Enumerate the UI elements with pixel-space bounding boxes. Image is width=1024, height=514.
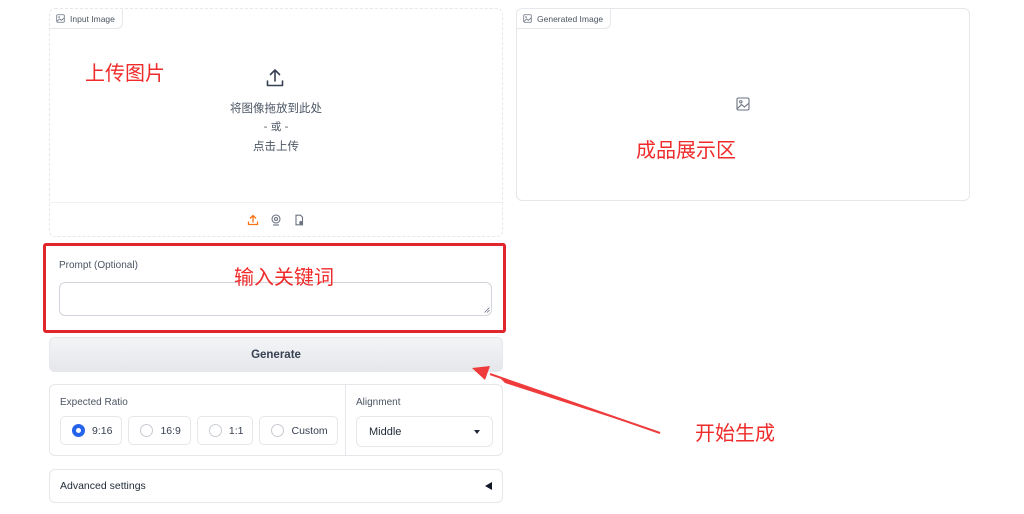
radio-icon [271,424,285,437]
drop-text: 将图像拖放到此处 [230,101,322,115]
collapse-arrow-icon [485,482,492,490]
radio-selected-icon [72,424,85,437]
advanced-settings-accordion[interactable]: Advanced settings [49,469,503,503]
annotation-keywords: 输入关键词 [234,265,334,289]
ratio-option-16-9[interactable]: 16:9 [128,416,191,445]
input-image-tag-label: Input Image [70,13,115,24]
or-text: - 或 - [263,121,289,133]
generate-button[interactable]: Generate [49,337,503,372]
generated-image-tag-label: Generated Image [537,13,604,24]
click-upload-text[interactable]: 点击上传 [50,138,502,154]
image-placeholder-icon [736,97,750,111]
upload-icon [247,214,259,225]
generated-image-panel: Generated Image [516,8,970,201]
webcam-icon [271,213,281,226]
options-divider [345,385,346,455]
annotation-start: 开始生成 [695,421,775,445]
upload-source-button[interactable] [247,214,259,226]
prompt-label: Prompt (Optional) [59,260,138,271]
alignment-value: Middle [369,425,402,438]
ratio-option-custom[interactable]: Custom [259,416,338,445]
annotation-result: 成品展示区 [636,138,736,162]
radio-icon [140,424,154,437]
upload-icon [266,69,284,87]
image-icon [56,14,65,23]
caret-down-icon [474,429,480,434]
ratio-option-label: 1:1 [228,424,244,437]
generated-image-tag: Generated Image [517,9,612,29]
input-image-panel[interactable]: Input Image 将图像拖放到此处 - 或 - 点击上传 [49,8,503,237]
source-selector [50,202,502,236]
resize-grip-icon[interactable] [484,307,490,313]
ratio-option-label: Custom [291,424,328,437]
annotation-upload: 上传图片 [85,61,165,85]
webcam-source-button[interactable] [270,213,282,226]
radio-icon [208,424,222,437]
ratio-option-1-1[interactable]: 1:1 [196,416,254,445]
clipboard-source-button[interactable] [293,214,305,226]
image-icon [523,14,532,23]
alignment-label: Alignment [356,397,401,408]
alignment-dropdown[interactable]: Middle [356,416,493,447]
ratio-radio-group: 9:16 16:9 1:1 Custom [60,416,338,445]
clipboard-icon [295,214,304,225]
ratio-option-label: 16:9 [160,424,181,437]
ratio-option-9-16[interactable]: 9:16 [60,416,123,445]
ratio-option-label: 9:16 [92,424,113,437]
input-image-tag: Input Image [50,9,123,29]
options-panel: Expected Ratio 9:16 16:9 1:1 Custom Alig… [49,384,503,456]
advanced-settings-label: Advanced settings [60,480,146,492]
expected-ratio-label: Expected Ratio [60,397,128,408]
